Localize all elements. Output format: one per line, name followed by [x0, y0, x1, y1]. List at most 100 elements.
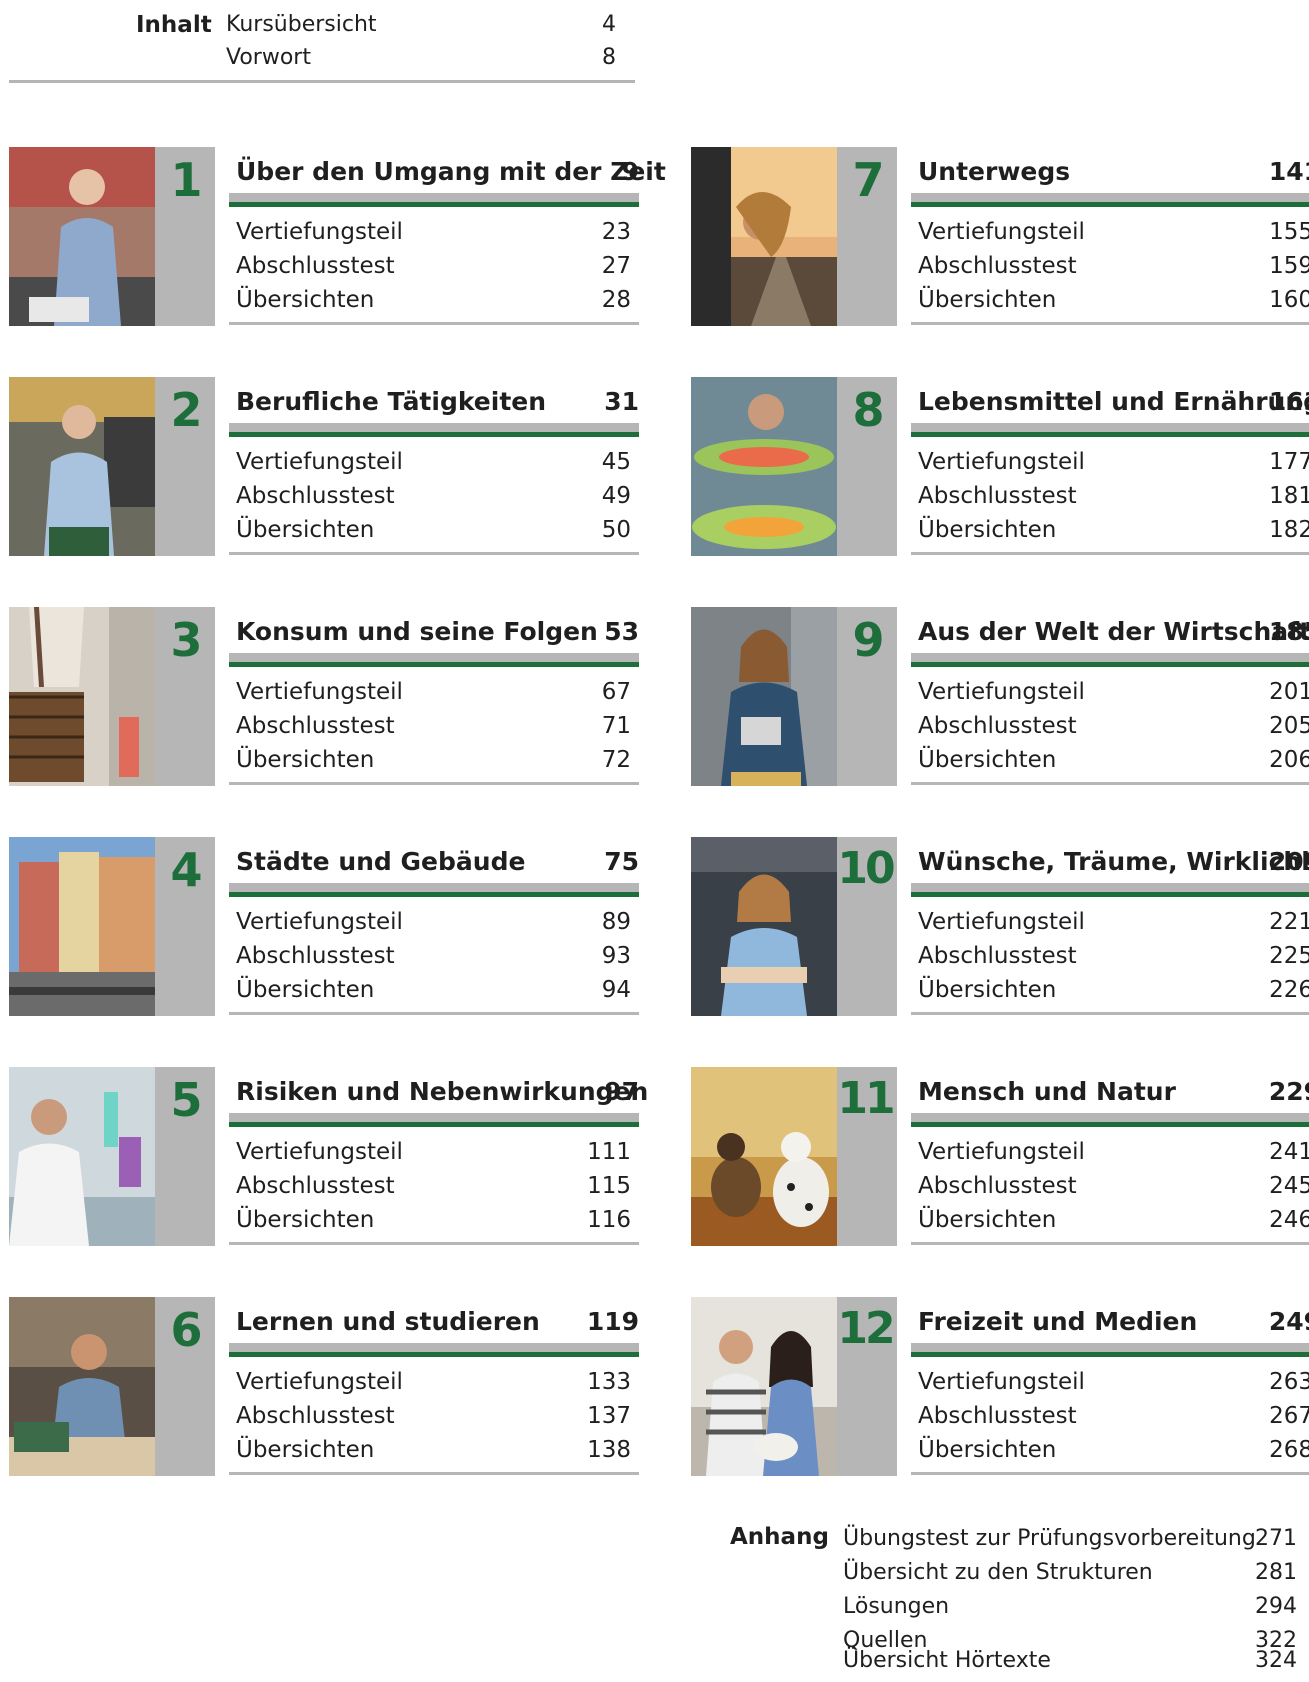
toc-entry[interactable]: Übersichten 94 — [236, 977, 631, 1011]
toc-entry[interactable]: Übersichten 160 — [918, 287, 1309, 321]
toc-entry[interactable]: Übersichten 182 — [918, 517, 1309, 551]
toc-entry[interactable]: Abschlusstest 245 — [918, 1173, 1309, 1207]
toc-entry[interactable]: Übersichten 226 — [918, 977, 1309, 1011]
title-green-line — [229, 662, 639, 667]
toc-entry[interactable]: Abschlusstest 181 — [918, 483, 1309, 517]
chapter-photo — [691, 837, 837, 1016]
toc-entry-title: Kursübersicht — [226, 12, 377, 37]
toc-entry-title: Abschlusstest — [918, 1173, 1077, 1199]
chapter-block-9: 9 Aus der Welt der Wirtschaft 185 Vertie… — [691, 607, 1309, 787]
toc-entry-page: 241 — [1269, 1139, 1309, 1165]
chapter-title: Risiken und Nebenwirkungen — [236, 1077, 649, 1106]
toc-entry[interactable]: Übersichten 116 — [236, 1207, 631, 1241]
toc-entry-title: Abschlusstest — [236, 713, 395, 739]
toc-entry[interactable]: Übersichten 268 — [918, 1437, 1309, 1471]
toc-entry-page: 94 — [601, 977, 631, 1003]
toc-entry-title: Abschlusstest — [918, 253, 1077, 279]
toc-entry-title: Abschlusstest — [236, 943, 395, 969]
chapter-title-link[interactable]: Städte und Gebäude 75 — [229, 843, 639, 879]
toc-entry[interactable]: Abschlusstest 93 — [236, 943, 631, 977]
chapter-photo — [691, 1067, 837, 1246]
toc-entry-title: Abschlusstest — [918, 1403, 1077, 1429]
toc-entry[interactable]: Abschlusstest 71 — [236, 713, 631, 747]
divider — [911, 1012, 1309, 1015]
toc-entry[interactable]: Übersicht zu den Strukturen 281 — [843, 1560, 1297, 1594]
toc-entry[interactable]: Vertiefungsteil 201 — [918, 679, 1309, 713]
title-green-line — [229, 202, 639, 207]
chapter-title-link[interactable]: Über den Umgang mit der Zeit 9 — [229, 153, 666, 189]
toc-entry[interactable]: Abschlusstest 49 — [236, 483, 631, 517]
chapter-title-link[interactable]: Mensch und Natur 229 — [911, 1073, 1309, 1109]
toc-entry-title: Übersichten — [918, 747, 1057, 773]
toc-entry[interactable]: Abschlusstest 115 — [236, 1173, 631, 1207]
chapter-title: Über den Umgang mit der Zeit — [236, 157, 666, 186]
toc-entry[interactable]: Übersichten 206 — [918, 747, 1309, 781]
chapter-block-10: 10 Wünsche, Träume, Wirklichkeit 209 Ver… — [691, 837, 1309, 1017]
toc-entry[interactable]: Vertiefungsteil 263 — [918, 1369, 1309, 1403]
toc-entry[interactable]: Vertiefungsteil 155 — [918, 219, 1309, 253]
toc-entry[interactable]: Vorwort 8 — [226, 45, 616, 79]
toc-entry[interactable]: Vertiefungsteil 45 — [236, 449, 631, 483]
toc-entry-page: 28 — [601, 287, 631, 313]
toc-entry[interactable]: Vertiefungsteil 177 — [918, 449, 1309, 483]
toc-entry-title: Übungstest zur Prüfungsvorbereitung — [843, 1526, 1256, 1551]
toc-entry[interactable]: Übersicht Hörtexte 324 — [843, 1648, 1297, 1682]
toc-entry-title: Vorwort — [226, 45, 311, 70]
toc-entry[interactable]: Abschlusstest 137 — [236, 1403, 631, 1437]
toc-entry[interactable]: Lösungen 294 — [843, 1594, 1297, 1628]
chapter-page: 31 — [604, 387, 639, 416]
chapter-title-link[interactable]: Aus der Welt der Wirtschaft 185 — [911, 613, 1309, 649]
chapter-photo — [691, 377, 837, 556]
toc-entry-page: 27 — [601, 253, 631, 279]
chapter-title-link[interactable]: Berufliche Tätigkeiten 31 — [229, 383, 639, 419]
toc-entry[interactable]: Kursübersicht 4 — [226, 12, 616, 46]
toc-entry-title: Vertiefungsteil — [918, 1369, 1085, 1395]
chapter-title: Städte und Gebäude — [236, 847, 526, 876]
toc-entry-page: 263 — [1269, 1369, 1309, 1395]
chapter-title-link[interactable]: Lebensmittel und Ernährung 163 — [911, 383, 1309, 419]
chapter-title: Aus der Welt der Wirtschaft — [918, 617, 1309, 646]
toc-entry[interactable]: Vertiefungsteil 133 — [236, 1369, 631, 1403]
toc-entry[interactable]: Abschlusstest 159 — [918, 253, 1309, 287]
toc-entry-page: 45 — [601, 449, 631, 475]
toc-entry[interactable]: Vertiefungsteil 241 — [918, 1139, 1309, 1173]
toc-entry[interactable]: Abschlusstest 267 — [918, 1403, 1309, 1437]
toc-entry[interactable]: Übersichten 50 — [236, 517, 631, 551]
toc-entry[interactable]: Vertiefungsteil 221 — [918, 909, 1309, 943]
toc-entry[interactable]: Abschlusstest 225 — [918, 943, 1309, 977]
toc-entry[interactable]: Übersichten 138 — [236, 1437, 631, 1471]
toc-entry[interactable]: Abschlusstest 205 — [918, 713, 1309, 747]
toc-entry-page: 225 — [1269, 943, 1309, 969]
anhang-section: Anhang Übungstest zur Prüfungsvorbereitu… — [690, 1518, 1309, 1681]
toc-entry[interactable]: Vertiefungsteil 111 — [236, 1139, 631, 1173]
toc-entry-title: Übersichten — [236, 1437, 375, 1463]
chapter-title-link[interactable]: Wünsche, Träume, Wirklichkeit 209 — [911, 843, 1309, 879]
toc-entry-title: Abschlusstest — [918, 483, 1077, 509]
chapter-title-link[interactable]: Risiken und Nebenwirkungen 97 — [229, 1073, 648, 1109]
toc-entry[interactable]: Abschlusstest 27 — [236, 253, 631, 287]
toc-entry[interactable]: Vertiefungsteil 23 — [236, 219, 631, 253]
chapter-block-12: 12 Freizeit und Medien 249 Vertiefungste… — [691, 1297, 1309, 1477]
title-green-line — [229, 1352, 639, 1357]
chapter-title-link[interactable]: Konsum und seine Folgen 53 — [229, 613, 639, 649]
toc-entry[interactable]: Vertiefungsteil 89 — [236, 909, 631, 943]
toc-entry-page: 138 — [587, 1437, 631, 1463]
toc-entry[interactable]: Übungstest zur Prüfungsvorbereitung 271 — [843, 1526, 1297, 1560]
chapter-title-link[interactable]: Lernen und studieren 119 — [229, 1303, 639, 1339]
toc-entry-page: 245 — [1269, 1173, 1309, 1199]
toc-entry[interactable]: Übersichten 28 — [236, 287, 631, 321]
chapter-page: 75 — [604, 847, 639, 876]
inhalt-label: Inhalt — [136, 12, 212, 38]
toc-entry[interactable]: Übersichten 246 — [918, 1207, 1309, 1241]
toc-entry-title: Vertiefungsteil — [236, 449, 403, 475]
title-green-line — [911, 1122, 1309, 1127]
toc-entry-page: 89 — [601, 909, 631, 935]
toc-entry[interactable]: Vertiefungsteil 67 — [236, 679, 631, 713]
toc-entry-page: 181 — [1269, 483, 1309, 509]
chapter-block-7: 7 Unterwegs 141 Vertiefungsteil 155 Absch… — [691, 147, 1309, 327]
chapter-title-link[interactable]: Unterwegs 141 — [911, 153, 1309, 189]
chapter-page: 163 — [1268, 387, 1309, 416]
toc-entry[interactable]: Übersichten 72 — [236, 747, 631, 781]
chapter-title-link[interactable]: Freizeit und Medien 249 — [911, 1303, 1309, 1339]
toc-entry-page: 49 — [601, 483, 631, 509]
